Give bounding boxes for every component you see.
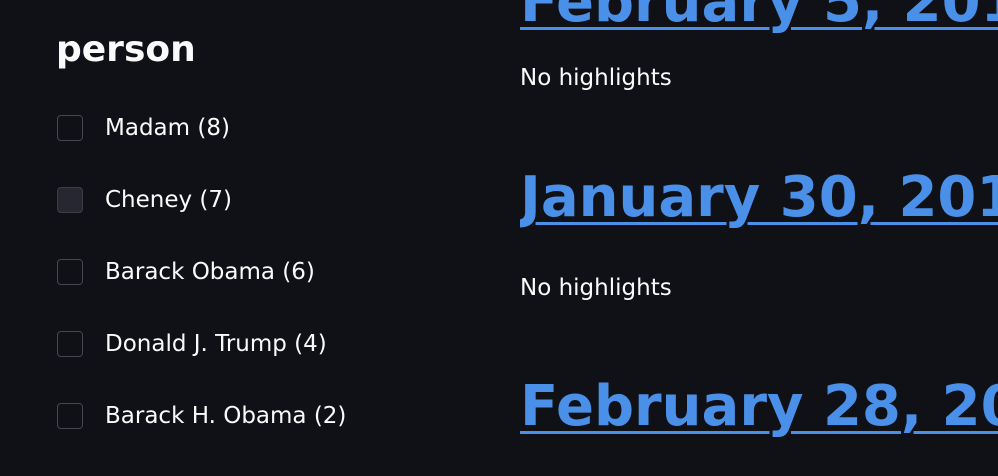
- checkbox[interactable]: [57, 259, 83, 285]
- checkbox[interactable]: [57, 403, 83, 429]
- filter-option-label: Barack Obama (6): [105, 259, 315, 285]
- highlights-text: No highlights: [520, 275, 672, 301]
- filter-option-label: Madam (8): [105, 115, 230, 141]
- date-link[interactable]: February 28, 2017: [520, 374, 998, 440]
- highlights-text: No highlights: [520, 65, 672, 91]
- filter-option-label: Cheney (7): [105, 187, 233, 213]
- filter-title: person: [56, 29, 196, 70]
- filter-option-barack-h-obama[interactable]: Barack H. Obama (2): [57, 400, 346, 432]
- filter-option-label: Donald J. Trump (4): [105, 331, 327, 357]
- date-link[interactable]: February 5, 2019: [520, 0, 998, 36]
- filter-option-donald-j-trump[interactable]: Donald J. Trump (4): [57, 328, 327, 360]
- checkbox[interactable]: [57, 115, 83, 141]
- filter-option-label: Barack H. Obama (2): [105, 403, 347, 429]
- filter-option-cheney[interactable]: Cheney (7): [57, 184, 232, 216]
- checkbox[interactable]: [57, 331, 83, 357]
- checkbox[interactable]: [57, 187, 83, 213]
- page: person Madam (8) Cheney (7) Barack Obama…: [0, 0, 998, 476]
- filter-sidebar: person Madam (8) Cheney (7) Barack Obama…: [0, 0, 480, 476]
- results-list: February 5, 2019 No highlights January 3…: [520, 0, 998, 476]
- filter-option-barack-obama[interactable]: Barack Obama (6): [57, 256, 315, 288]
- date-link[interactable]: January 30, 2018: [520, 165, 998, 231]
- filter-option-madam[interactable]: Madam (8): [57, 112, 230, 144]
